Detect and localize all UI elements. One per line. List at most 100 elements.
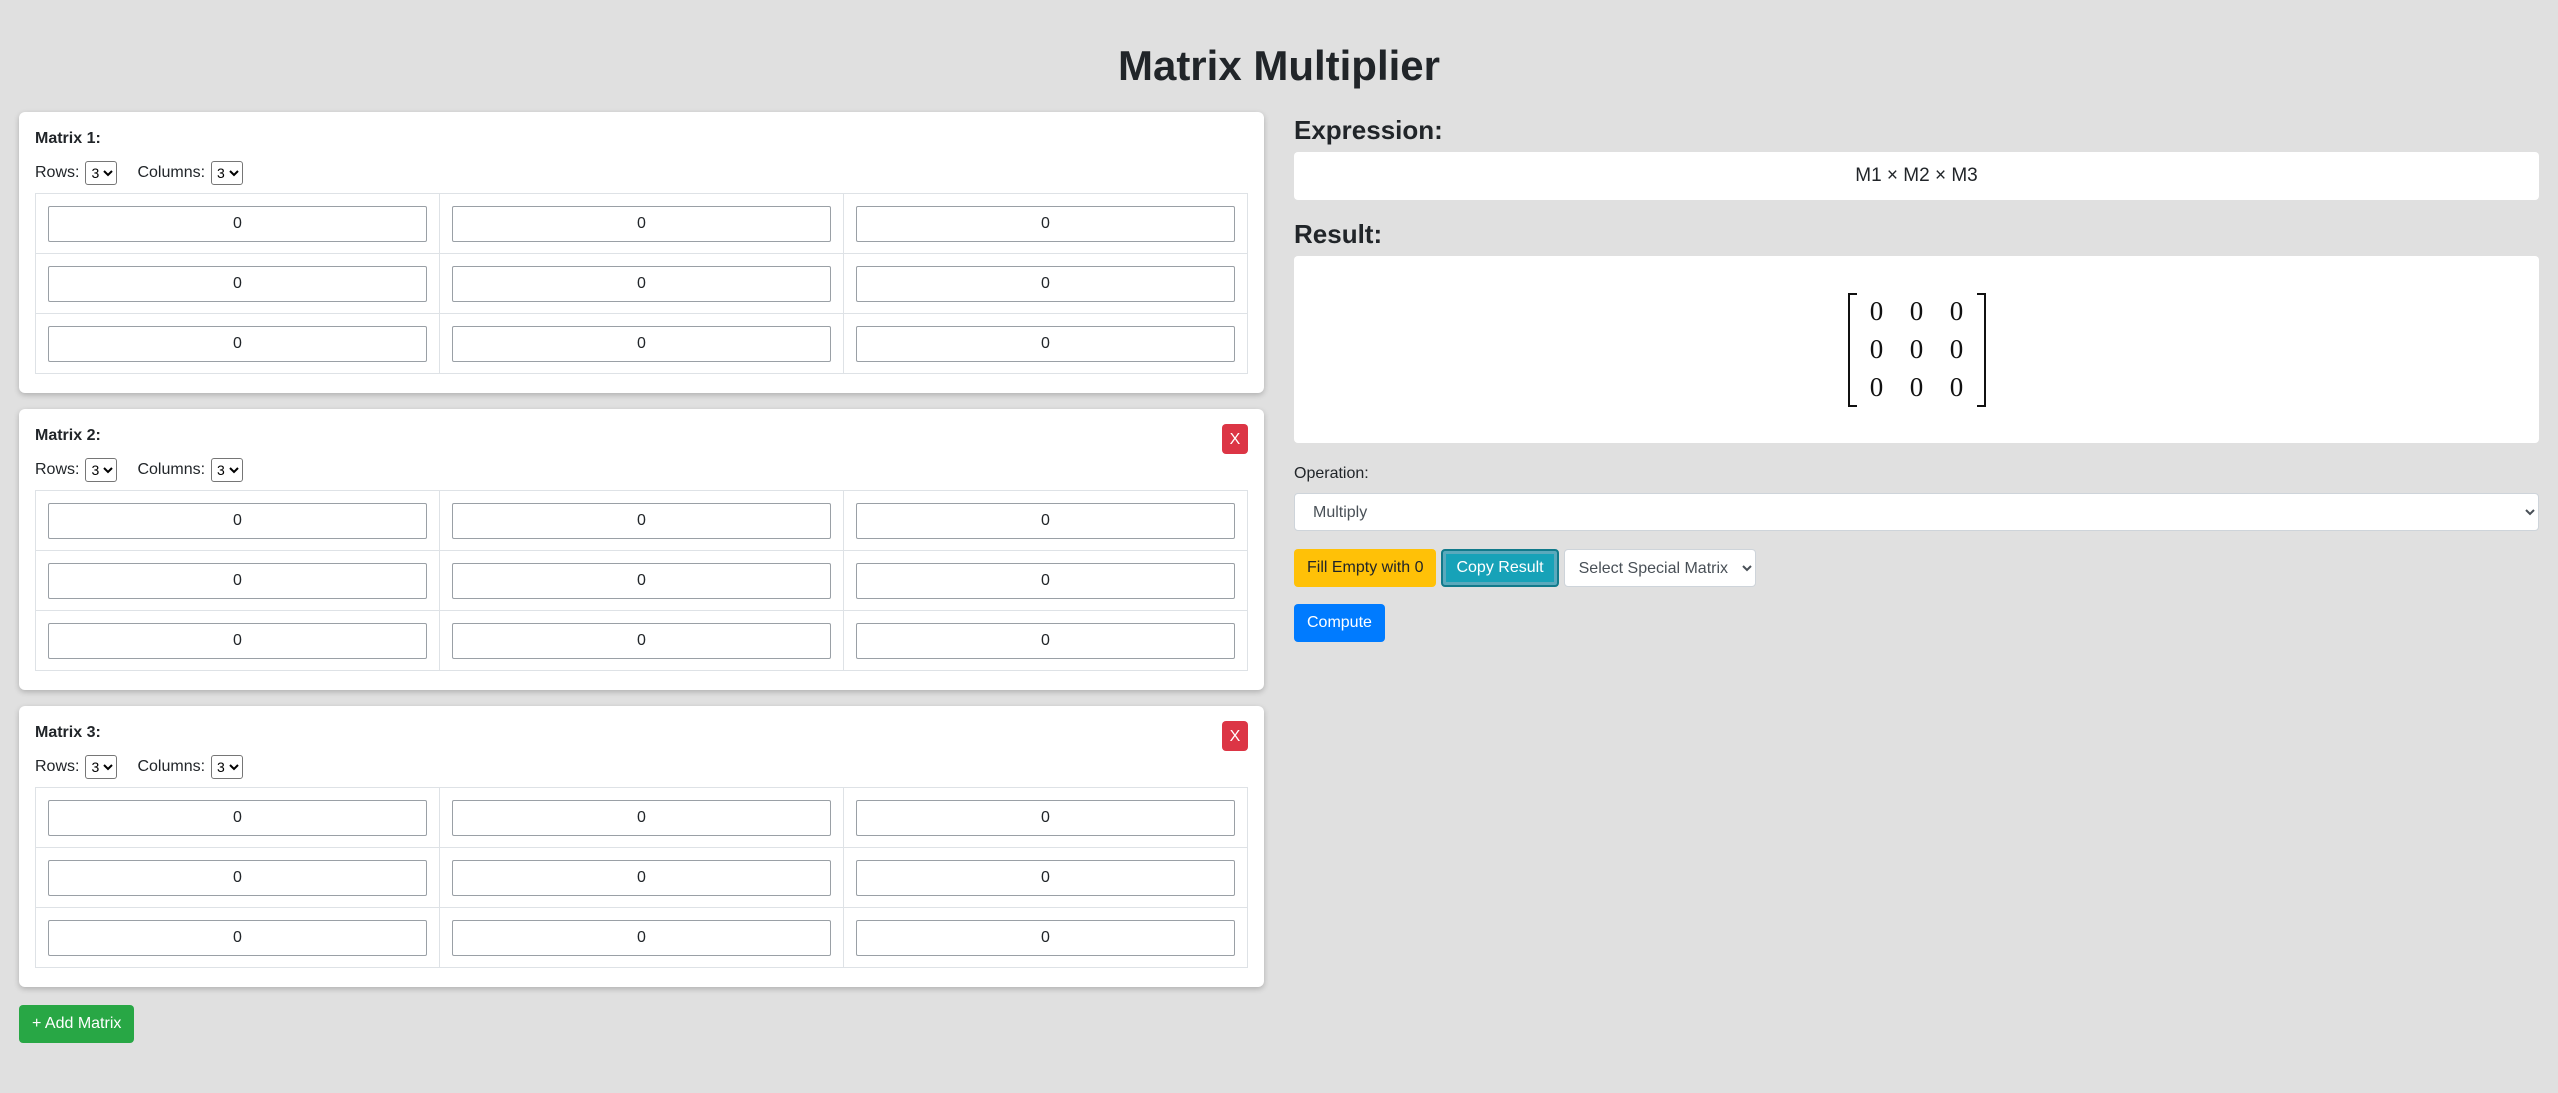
matrix-cell	[439, 907, 844, 968]
matrix-row	[35, 550, 1248, 611]
matrix-cell	[439, 787, 844, 848]
rows-label: Rows:	[35, 164, 80, 181]
matrix-dimensions: Rows: 3 Columns: 3	[35, 456, 1248, 484]
matrix-cell-input[interactable]	[452, 919, 831, 956]
matrix-cell-input[interactable]	[856, 502, 1235, 539]
special-matrix-select[interactable]: Select Special Matrix	[1563, 549, 1756, 587]
result-cell: 0	[1869, 334, 1884, 364]
result-display: 000000000	[1294, 256, 2539, 443]
results-column: Expression: M1 × M2 × M3 Result: 0000000…	[1294, 112, 2539, 642]
matrix-cell-input[interactable]	[452, 562, 831, 599]
result-cell: 0	[1949, 334, 1964, 364]
matrix-cell	[439, 847, 844, 908]
matrix-cell	[439, 490, 844, 551]
matrix-row	[35, 907, 1248, 968]
result-cell: 0	[1949, 296, 1964, 326]
matrix-cell-input[interactable]	[856, 265, 1235, 302]
columns-label: Columns:	[137, 164, 206, 181]
matrix-cell	[35, 847, 440, 908]
matrix-cell	[843, 550, 1248, 611]
matrix-cell-input[interactable]	[48, 622, 427, 659]
matrix-dimensions: Rows: 3 Columns: 3	[35, 753, 1248, 781]
matrix-cell	[35, 787, 440, 848]
result-heading: Result:	[1294, 219, 1383, 249]
matrix-card: Matrix 3: X Rows: 3 Columns: 3	[19, 706, 1264, 987]
matrix-cell-input[interactable]	[452, 859, 831, 896]
compute-button[interactable]: Compute	[1294, 604, 1385, 642]
matrix-cell-input[interactable]	[452, 799, 831, 836]
matrix-cell-input[interactable]	[856, 799, 1235, 836]
rows-select[interactable]: 3	[85, 755, 118, 779]
matrix-cell-input[interactable]	[48, 205, 427, 242]
matrix-row	[35, 847, 1248, 908]
matrix-cell-input[interactable]	[48, 919, 427, 956]
matrix-cell-input[interactable]	[48, 265, 427, 302]
matrix-cell	[35, 313, 440, 374]
matrix-cell-input[interactable]	[452, 265, 831, 302]
copy-result-button[interactable]: Copy Result	[1441, 549, 1559, 587]
result-cell: 0	[1949, 372, 1964, 402]
result-cell: 0	[1909, 296, 1924, 326]
result-row: 000	[1857, 331, 1977, 369]
page-title: Matrix Multiplier	[1117, 42, 1441, 89]
matrix-cell-input[interactable]	[48, 859, 427, 896]
matrix-cell-input[interactable]	[856, 562, 1235, 599]
matrix-cell-input[interactable]	[48, 799, 427, 836]
columns-label: Columns:	[137, 758, 206, 775]
matrix-cell	[843, 907, 1248, 968]
columns-select[interactable]: 3	[211, 458, 244, 482]
result-cell: 0	[1869, 372, 1884, 402]
rows-select[interactable]: 3	[85, 161, 118, 185]
columns-select[interactable]: 3	[211, 755, 244, 779]
rows-select[interactable]: 3	[85, 458, 118, 482]
matrix-grid	[35, 193, 1248, 374]
matrix-cell	[35, 490, 440, 551]
matrix-cell-input[interactable]	[452, 325, 831, 362]
add-matrix-button[interactable]: + Add Matrix	[19, 1005, 135, 1043]
fill-empty-button[interactable]: Fill Empty with 0	[1294, 549, 1437, 587]
matrix-cell-input[interactable]	[48, 562, 427, 599]
matrix-grid	[35, 490, 1248, 671]
columns-label: Columns:	[137, 461, 206, 478]
matrix-cell	[843, 253, 1248, 314]
result-matrix: 000000000	[1847, 292, 1986, 407]
matrix-cell	[843, 313, 1248, 374]
matrix-cell	[439, 313, 844, 374]
operation-select[interactable]: Multiply	[1294, 493, 2539, 531]
matrix-cell	[439, 550, 844, 611]
result-cell: 0	[1869, 296, 1884, 326]
matrix-cell-input[interactable]	[48, 325, 427, 362]
matrix-cell-input[interactable]	[452, 502, 831, 539]
matrix-cell	[843, 490, 1248, 551]
matrices-column: Matrix 1: Rows: 3 Columns: 3 Matrix 2: X Rows: 3…	[19, 112, 1264, 1043]
matrix-cell	[35, 610, 440, 671]
matrix-cell-input[interactable]	[856, 859, 1235, 896]
remove-matrix-button[interactable]: X	[1222, 424, 1248, 454]
expression-heading: Expression:	[1294, 115, 1443, 145]
matrix-cell	[439, 253, 844, 314]
matrix-cell-input[interactable]	[856, 205, 1235, 242]
matrix-card: Matrix 1: Rows: 3 Columns: 3	[19, 112, 1264, 393]
matrix-row	[35, 610, 1248, 671]
columns-select[interactable]: 3	[211, 161, 244, 185]
matrix-cell	[843, 787, 1248, 848]
matrix-row	[35, 253, 1248, 314]
matrix-cell-input[interactable]	[48, 502, 427, 539]
expression-display: M1 × M2 × M3	[1294, 152, 2539, 200]
matrix-cell	[35, 253, 440, 314]
matrix-row	[35, 787, 1248, 848]
matrix-row	[35, 490, 1248, 551]
matrix-cell	[843, 610, 1248, 671]
result-row: 000	[1857, 293, 1977, 331]
matrix-cell	[35, 907, 440, 968]
matrix-cell	[35, 550, 440, 611]
matrix-cell-input[interactable]	[856, 919, 1235, 956]
matrices-list: Matrix 1: Rows: 3 Columns: 3 Matrix 2: X Rows: 3…	[19, 112, 1264, 987]
matrix-cell-input[interactable]	[856, 622, 1235, 659]
matrix-cell-input[interactable]	[452, 622, 831, 659]
matrix-row	[35, 313, 1248, 374]
matrix-cell-input[interactable]	[452, 205, 831, 242]
matrix-title: Matrix 2:	[35, 427, 101, 444]
remove-matrix-button[interactable]: X	[1222, 721, 1248, 751]
matrix-cell-input[interactable]	[856, 325, 1235, 362]
